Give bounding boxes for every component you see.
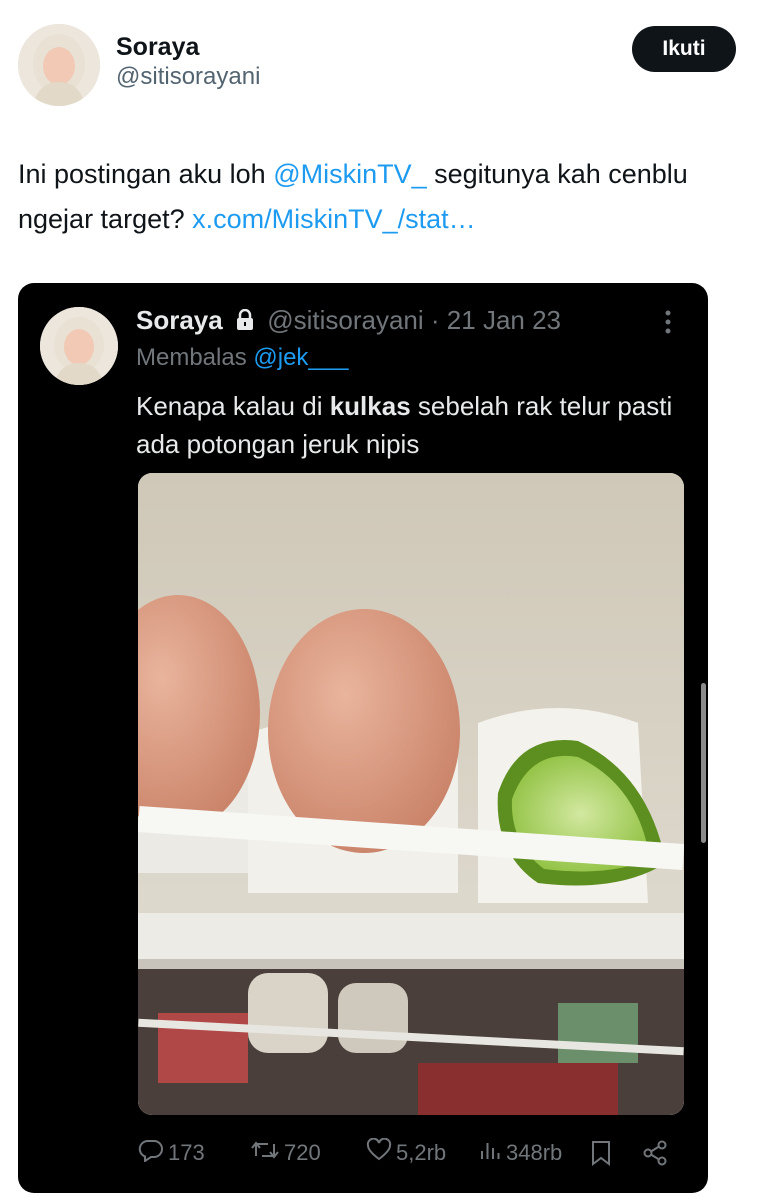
quoted-handle: @sitisorayani: [267, 305, 424, 335]
author-avatar[interactable]: [18, 24, 100, 106]
reply-prefix: Membalas: [136, 344, 254, 371]
mention-link[interactable]: @MiskinTV_: [273, 159, 426, 189]
author-handle[interactable]: @sitisorayani: [116, 62, 260, 92]
like-action: 5,2rb: [366, 1135, 446, 1171]
quoted-separator: ·: [430, 305, 440, 335]
quoted-text-bold: kulkas: [329, 391, 411, 421]
more-options-icon: [658, 307, 678, 337]
views-action: 348rb: [478, 1135, 562, 1171]
repost-count: 720: [284, 1140, 321, 1165]
repost-action: 720: [250, 1135, 321, 1171]
lock-icon: [236, 305, 254, 339]
tweet-url-link[interactable]: x.com/MiskinTV_/stat…: [192, 204, 476, 234]
tweet-text-part1: Ini postingan aku loh: [18, 159, 274, 189]
quoted-text-part1: Kenapa kalau di: [136, 391, 330, 421]
reply-mention: @jek___: [253, 344, 349, 371]
like-count: 5,2rb: [396, 1140, 447, 1165]
follow-button[interactable]: Ikuti: [632, 26, 736, 72]
views-count: 348rb: [506, 1140, 563, 1165]
repost-icon: [250, 1138, 284, 1168]
reply-icon: [138, 1138, 168, 1168]
scrollbar: [701, 683, 706, 843]
quoted-avatar: [40, 307, 118, 385]
quoted-header: Soraya @sitisorayani · 21 Jan 23: [136, 303, 561, 339]
reply-count: 173: [168, 1140, 205, 1165]
reply-to-line: Membalas @jek___: [136, 341, 348, 375]
fridge-photo: [138, 473, 684, 1115]
share-icon: [642, 1135, 672, 1171]
heart-icon: [366, 1137, 396, 1168]
tweet-text: Ini postingan aku loh @MiskinTV_ segitun…: [18, 152, 738, 242]
bookmark-icon: [590, 1135, 616, 1171]
quoted-text: Kenapa kalau di kulkas sebelah rak telur…: [136, 387, 696, 463]
quoted-date: 21 Jan 23: [446, 305, 562, 335]
quoted-tweet-card[interactable]: Soraya @sitisorayani · 21 Jan 23 Membala…: [18, 283, 708, 1193]
reply-action: 173: [138, 1135, 205, 1171]
action-bar: 173 720 5,2rb 348rb: [138, 1135, 678, 1171]
quoted-name: Soraya: [136, 305, 223, 335]
views-icon: [478, 1138, 506, 1168]
author-name[interactable]: Soraya: [116, 32, 260, 62]
